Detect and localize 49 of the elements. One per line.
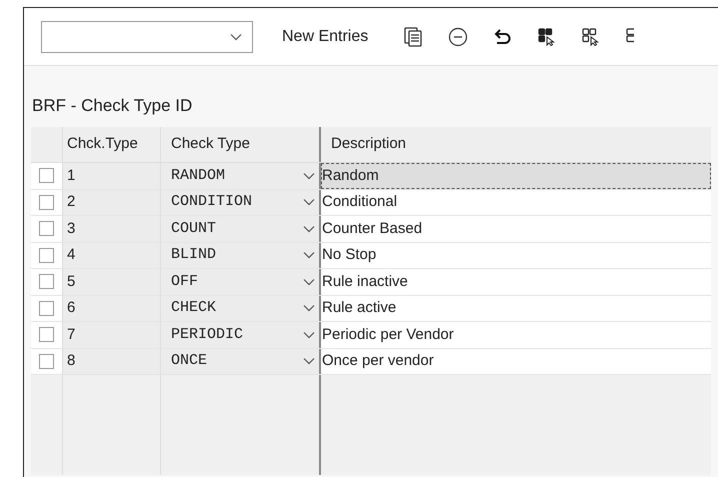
row-checkbox[interactable] <box>39 354 54 369</box>
table-cell[interactable]: Rule inactive <box>321 269 711 294</box>
row-checkbox[interactable] <box>39 300 54 316</box>
chevron-down-icon <box>303 172 315 180</box>
check-type-dropdown[interactable]: OFF <box>161 269 321 294</box>
table-cell: 7 <box>63 322 161 348</box>
row-checkbox[interactable] <box>39 194 54 210</box>
check-type-dropdown[interactable]: BLIND <box>161 242 321 268</box>
table-cell: 5 <box>63 269 161 294</box>
check-type-dropdown[interactable]: ONCE <box>161 348 321 374</box>
row-checkbox[interactable] <box>39 274 54 290</box>
chevron-down-icon <box>303 357 315 366</box>
table-cell: 8 <box>63 348 161 374</box>
column-header: Chck.Type <box>63 127 161 162</box>
chevron-down-icon <box>303 198 315 206</box>
copy-document-icon[interactable] <box>404 26 422 46</box>
table-cell: 3 <box>63 216 161 242</box>
row-checkbox[interactable] <box>39 248 54 263</box>
new-entries-button[interactable]: New Entries <box>282 24 368 48</box>
check-type-dropdown[interactable]: CONDITION <box>161 190 321 215</box>
chevron-down-icon <box>303 304 315 312</box>
table-cell[interactable]: Counter Based <box>321 216 711 242</box>
chevron-down-icon <box>303 224 315 233</box>
table-cell: 6 <box>63 296 161 321</box>
chevron-down-icon <box>303 251 315 260</box>
minus-circle-icon[interactable] <box>448 26 468 46</box>
chevron-down-icon <box>230 32 242 40</box>
table-cell[interactable]: Once per vendor <box>321 348 711 374</box>
table-cell[interactable]: Random <box>321 163 711 188</box>
check-type-dropdown[interactable]: PERIODIC <box>161 322 321 348</box>
undo-icon[interactable] <box>494 28 512 46</box>
table-cell: 2 <box>63 190 161 215</box>
table-title: BRF - Check Type ID <box>31 95 194 117</box>
table-cell[interactable]: Rule active <box>321 296 711 321</box>
column-header: Description <box>330 134 408 154</box>
chevron-down-icon <box>303 330 315 339</box>
row-checkbox[interactable] <box>39 168 54 184</box>
dropdown-field[interactable] <box>41 20 253 52</box>
table-cell: 4 <box>63 242 161 268</box>
row-checkbox[interactable] <box>39 327 54 342</box>
row-checkbox[interactable] <box>39 221 54 236</box>
chevron-down-icon <box>303 278 315 286</box>
check-type-dropdown[interactable]: RANDOM <box>161 163 321 188</box>
table-cell[interactable]: Periodic per Vendor <box>321 322 711 348</box>
check-type-dropdown[interactable]: CHECK <box>161 296 321 321</box>
table-cell[interactable]: Conditional <box>321 190 711 215</box>
table-cell[interactable]: No Stop <box>321 242 711 268</box>
check-type-dropdown[interactable]: COUNT <box>161 216 321 242</box>
table-cell: 1 <box>63 163 161 188</box>
